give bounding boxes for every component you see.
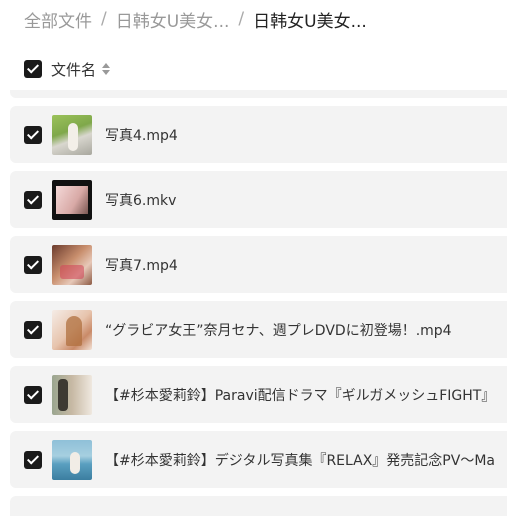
- video-thumbnail-icon: [52, 309, 92, 350]
- file-name[interactable]: 【#杉本愛莉鈴】Paravi配信ドラマ『ギルガメッシュFIGHT』: [105, 385, 495, 405]
- breadcrumb-separator: /: [238, 9, 245, 29]
- breadcrumb: 全部文件 / 日韩女U美女... / 日韩女U美女...: [24, 6, 367, 32]
- list-item[interactable]: 写真7.mp4: [10, 236, 507, 293]
- breadcrumb-item-root[interactable]: 全部文件: [24, 7, 92, 32]
- list-item[interactable]: 写真6.mkv: [10, 171, 507, 228]
- video-thumbnail-icon: [52, 114, 92, 155]
- list-item[interactable]: 【#杉本愛莉鈴】Paravi配信ドラマ『ギルガメッシュFIGHT』: [10, 366, 507, 423]
- list-item[interactable]: “グラビア女王”奈月セナ、週プレDVDに初登場！.mp4: [10, 301, 507, 358]
- row-checkbox[interactable]: [24, 125, 42, 144]
- list-item-partial[interactable]: [10, 496, 507, 516]
- select-all-checkbox[interactable]: [24, 60, 42, 78]
- row-checkbox[interactable]: [24, 255, 42, 274]
- breadcrumb-separator: /: [101, 9, 107, 29]
- row-checkbox[interactable]: [24, 450, 42, 469]
- breadcrumb-item-parent[interactable]: 日韩女U美女...: [116, 7, 230, 32]
- video-thumbnail-icon: [52, 244, 92, 285]
- breadcrumb-item-current: 日韩女U美女...: [253, 11, 367, 32]
- row-checkbox[interactable]: [24, 320, 42, 339]
- file-list: 写真4.mp4 写真6.mkv 写真7.mp4 “グラビア女王”奈月セナ、週プレ…: [10, 90, 507, 516]
- file-name[interactable]: 【#杉本愛莉鈴】デジタル写真集『RELAX』発売記念PV〜Ma: [105, 450, 495, 470]
- file-name[interactable]: “グラビア女王”奈月セナ、週プレDVDに初登場！.mp4: [105, 320, 452, 340]
- list-item-partial[interactable]: [10, 90, 507, 98]
- file-list-header: 文件名: [24, 58, 111, 80]
- list-item[interactable]: 【#杉本愛莉鈴】デジタル写真集『RELAX』発売記念PV〜Ma: [10, 431, 507, 488]
- file-name[interactable]: 写真6.mkv: [105, 190, 176, 210]
- row-checkbox[interactable]: [24, 190, 42, 209]
- video-thumbnail-icon: [52, 374, 92, 415]
- video-thumbnail-icon: [52, 179, 92, 220]
- row-checkbox[interactable]: [24, 385, 42, 404]
- file-name[interactable]: 写真7.mp4: [105, 255, 178, 275]
- video-thumbnail-icon: [52, 439, 92, 480]
- file-name[interactable]: 写真4.mp4: [105, 125, 178, 145]
- filename-column-header[interactable]: 文件名: [51, 59, 96, 80]
- sort-icon[interactable]: [102, 62, 111, 76]
- list-item[interactable]: 写真4.mp4: [10, 106, 507, 163]
